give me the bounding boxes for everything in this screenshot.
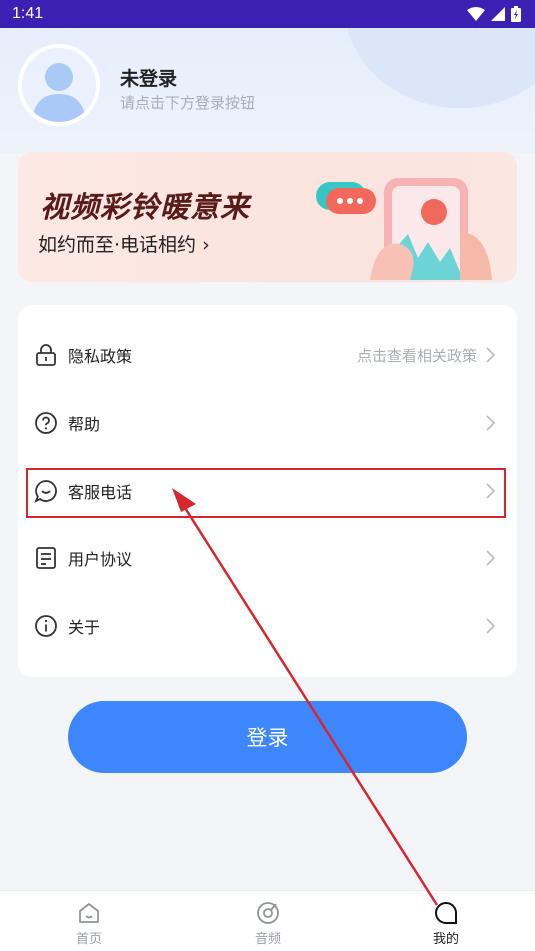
- profile-icon: [435, 901, 457, 924]
- avatar[interactable]: [18, 44, 100, 126]
- wifi-icon: [467, 7, 485, 21]
- menu-hint: 点击查看相关政策: [356, 346, 477, 365]
- menu-label: 帮助: [68, 415, 101, 434]
- chevron-right-icon: [486, 347, 495, 363]
- menu-label: 用户协议: [68, 550, 133, 569]
- audio-icon: [257, 902, 279, 924]
- nav-label: 首页: [75, 932, 102, 947]
- status-bar: 1:41: [0, 0, 535, 28]
- default-avatar-icon: [32, 63, 86, 122]
- promo-banner[interactable]: 视频彩铃暖意来 如约而至·电话相约 ›: [18, 152, 517, 282]
- nav-label: 音频: [254, 932, 281, 947]
- menu-item-privacy-policy[interactable]: 隐私政策 点击查看相关政策: [18, 325, 517, 385]
- menu-label: 隐私政策: [68, 347, 133, 366]
- banner-title: 视频彩铃暖意来: [40, 190, 251, 224]
- header-decoration: [345, 28, 535, 108]
- annotation-highlight-box: [26, 468, 506, 518]
- chevron-right-icon: [486, 550, 495, 566]
- home-icon: [79, 903, 99, 923]
- menu-item-about[interactable]: 关于: [18, 596, 517, 656]
- menu-item-help[interactable]: 帮助: [18, 393, 517, 453]
- profile-hint: 请点击下方登录按钮: [120, 94, 256, 112]
- document-icon: [36, 547, 56, 569]
- profile-name[interactable]: 未登录: [120, 64, 177, 91]
- phone-illustration-icon: [316, 178, 492, 280]
- chevron-right-icon: [486, 618, 495, 634]
- chevron-right-icon: [486, 415, 495, 431]
- nav-label: 我的: [432, 932, 459, 947]
- signal-icon: [491, 7, 505, 21]
- lock-icon: [36, 344, 56, 366]
- info-icon: [35, 615, 57, 637]
- nav-item-profile[interactable]: 我的: [386, 891, 506, 951]
- status-icons: [467, 6, 521, 22]
- login-button[interactable]: 登录: [68, 701, 467, 773]
- nav-item-audio[interactable]: 音频: [208, 891, 328, 951]
- nav-item-home[interactable]: 首页: [29, 891, 149, 951]
- menu-item-user-agreement[interactable]: 用户协议: [18, 528, 517, 588]
- profile-header: 未登录 请点击下方登录按钮: [0, 28, 535, 153]
- help-icon: [35, 412, 57, 434]
- banner-subtitle: 如约而至·电话相约 ›: [38, 234, 210, 256]
- menu-label: 关于: [68, 618, 101, 637]
- bottom-nav: 首页 音频 我的: [0, 890, 535, 951]
- status-time: 1:41: [12, 5, 44, 22]
- battery-icon: [511, 6, 521, 22]
